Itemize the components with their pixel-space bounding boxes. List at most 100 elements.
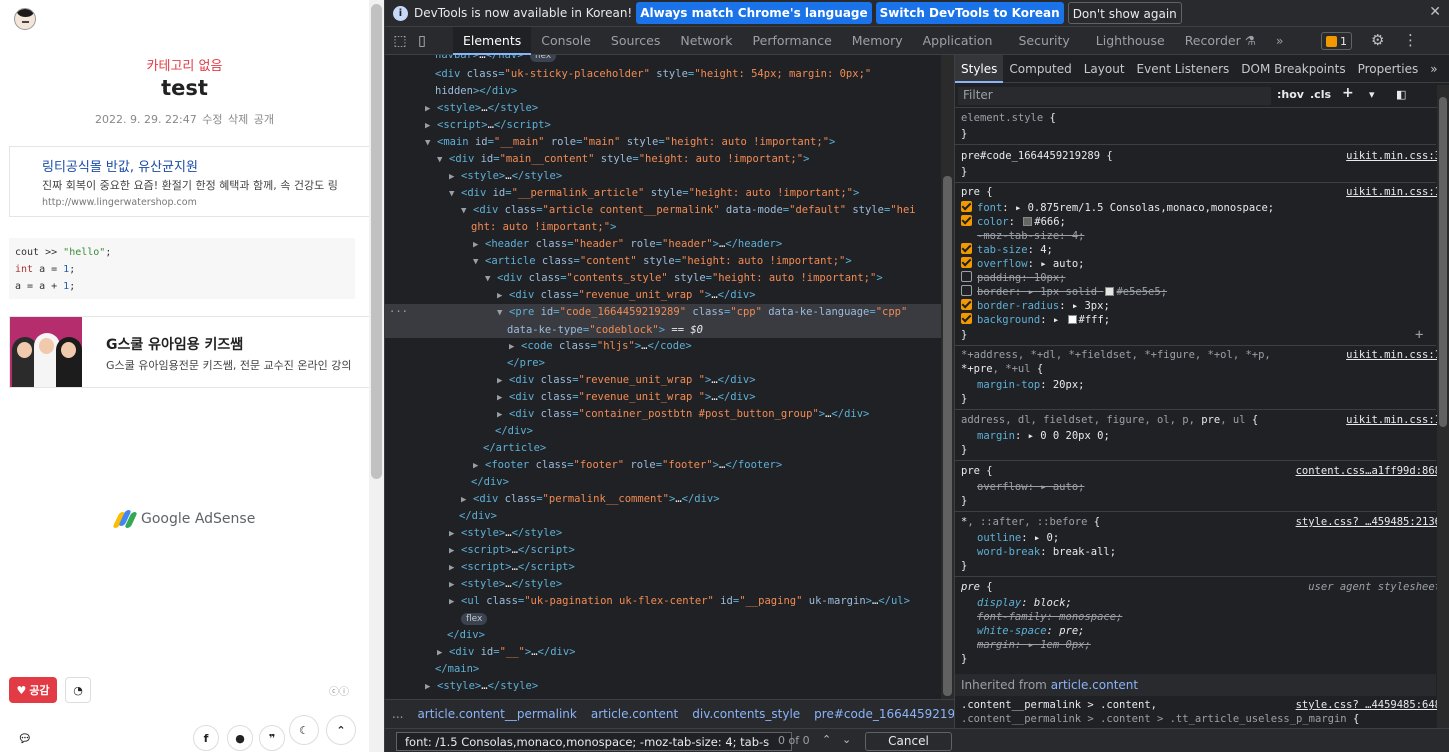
rule-selector[interactable]: pre#code_1664459219289 { [961, 149, 1113, 163]
tab-network[interactable]: Network [670, 27, 742, 55]
chevron-up-icon[interactable]: ⌃ [822, 733, 831, 746]
gear-icon[interactable]: ⚙ [1371, 31, 1384, 49]
style-property[interactable]: outline: ▸ 0; [977, 531, 1059, 545]
checkbox[interactable] [961, 257, 972, 268]
tab-lighthouse[interactable]: Lighthouse [1086, 27, 1175, 55]
checkbox[interactable] [961, 313, 972, 324]
dom-node[interactable]: ▼ <article class="content" style="height:… [385, 253, 941, 270]
style-property[interactable]: -moz-tab-size: 4; [977, 229, 1084, 243]
tab-recorder[interactable]: Recorder ⚗ [1175, 27, 1266, 55]
style-property[interactable]: font: ▸ 0.875rem/1.5 Consolas,monaco,mon… [961, 201, 1274, 215]
source-link[interactable]: uikit.min.css:1 [1346, 413, 1441, 427]
share-facebook-button[interactable]: f [193, 725, 219, 751]
tab-dom-breakpoints[interactable]: DOM Breakpoints [1235, 55, 1351, 83]
issues-button[interactable]: 1 [1321, 32, 1352, 50]
edit-link[interactable]: 수정 [202, 113, 222, 126]
dom-node[interactable]: </div> [385, 423, 941, 440]
add-property-icon[interactable]: + [1415, 328, 1423, 342]
dom-node[interactable]: </div> [385, 508, 941, 525]
dom-node[interactable]: ▶ <code class="hljs">…</code> [385, 338, 941, 355]
scroll-top-button[interactable]: ⌃ [326, 715, 356, 745]
dom-node[interactable]: ▶ <style>…</style> [385, 576, 941, 593]
rule-selector[interactable]: element.style { [961, 111, 1056, 125]
dom-node[interactable]: <div class="uk-sticky-placeholder" style… [385, 66, 941, 83]
source-link[interactable]: style.css? …4459485:648 [1296, 698, 1441, 712]
cls-toggle[interactable]: .cls [1310, 88, 1331, 101]
dom-node[interactable]: ▶ <div id="__">…</div> [385, 644, 941, 661]
dom-node[interactable]: ▶ <style>…</style> [385, 100, 941, 117]
dom-node[interactable]: ▼ <div id="main__content" style="height: … [385, 151, 941, 168]
style-property[interactable]: word-break: break-all; [977, 545, 1116, 559]
dom-node[interactable]: ▶ <div class="revenue_unit_wrap ">…</div> [385, 389, 941, 406]
comment-button[interactable]: 💬︎ [12, 725, 38, 751]
dom-node[interactable]: ▶ <script>…</script> [385, 542, 941, 559]
source-link[interactable]: uikit.min.css:1 [1346, 185, 1441, 199]
dom-node[interactable]: </div> [385, 474, 941, 491]
dom-node[interactable]: ▼ <div id="__permalink_article" style="he… [385, 185, 941, 202]
breadcrumb-item[interactable]: div.contents_style [685, 707, 807, 721]
dom-node[interactable]: flex [385, 610, 941, 627]
close-icon[interactable]: ✕ [1429, 4, 1441, 20]
tab-computed[interactable]: Computed [1003, 55, 1077, 83]
dom-node[interactable]: ▶ <style>…</style> [385, 678, 941, 695]
visibility-link[interactable]: 공개 [254, 113, 274, 126]
tab-properties[interactable]: Properties [1352, 55, 1425, 83]
dom-node[interactable]: ▶ <div class="revenue_unit_wrap ">…</div> [385, 287, 941, 304]
style-property[interactable]: border-radius: ▸ 3px; [961, 299, 1110, 313]
tab-layout[interactable]: Layout [1078, 55, 1131, 83]
dom-node[interactable]: </div> [385, 627, 941, 644]
dom-node[interactable]: </main> [385, 661, 941, 678]
category-label[interactable]: 카테고리 없음 [0, 55, 369, 74]
search-input[interactable]: font: /1.5 Consolas,monaco,monospace; -m… [396, 732, 792, 751]
tab-security[interactable]: Security [1002, 27, 1085, 55]
style-property[interactable]: margin: ▸ 0 0 20px 0; [977, 429, 1110, 443]
style-property[interactable]: color: #666; [961, 215, 1066, 229]
dom-node[interactable]: ▶ <script>…</script> [385, 559, 941, 576]
stats-button[interactable]: ◔ [65, 677, 91, 703]
style-property[interactable]: tab-size: 4; [961, 243, 1053, 257]
dom-node[interactable]: ▶ <div class="container_postbtn #post_but… [385, 406, 941, 423]
page-scrollbar[interactable] [369, 0, 384, 752]
hov-toggle[interactable]: :hov [1277, 88, 1304, 101]
rule-selector[interactable]: address, dl, fieldset, figure, ol, p, pr… [961, 413, 1258, 427]
dom-node-selected[interactable]: ··· ▼ <pre id="code_1664459219289" class="… [385, 304, 941, 338]
tab-elements[interactable]: Elements [453, 26, 532, 55]
checkbox[interactable] [961, 299, 972, 310]
dom-node[interactable]: ▶ <header class="header" role="header">…<… [385, 236, 941, 253]
dom-node[interactable]: ▶ <div class="permalink__comment">…</div> [385, 491, 941, 508]
breadcrumb-scroll-left[interactable]: ... [385, 707, 410, 721]
styles-filter-input[interactable]: Filter [958, 87, 1271, 105]
style-property[interactable]: padding: 10px; [961, 271, 1066, 285]
tab-styles[interactable]: Styles [955, 55, 1004, 83]
ad-card[interactable]: G스쿨 유아임용 키즈쌤 G스쿨 유아임용전문 키즈쌤, 전문 교수진 온라인 … [9, 316, 384, 388]
tab-sources[interactable]: Sources [601, 27, 670, 55]
paint-icon[interactable]: ▾ [1369, 88, 1375, 101]
dom-node[interactable]: navbar>…</nav> flex [385, 55, 941, 64]
dom-node[interactable]: ▶ <style>…</style> [385, 168, 941, 185]
tab-performance[interactable]: Performance [743, 27, 842, 55]
breadcrumb-item[interactable]: article.content__permalink [410, 707, 583, 721]
plus-icon[interactable]: + [1342, 85, 1354, 101]
tab-event-listeners[interactable]: Event Listeners [1131, 55, 1236, 83]
style-property[interactable]: overflow: ▸ auto; [961, 257, 1084, 271]
share-talk-button[interactable]: ● [227, 725, 253, 751]
elements-scrollbar[interactable] [941, 55, 954, 699]
checkbox[interactable] [961, 243, 972, 254]
rule-selector[interactable]: .content__permalink > .content, [961, 698, 1157, 712]
dom-node[interactable]: ▶ <ul class="uk-pagination uk-flex-center… [385, 593, 941, 610]
source-link[interactable]: uikit.min.css:1 [1346, 348, 1441, 362]
styles-scrollbar[interactable] [1437, 85, 1449, 728]
flex-badge[interactable]: flex [461, 613, 488, 625]
dom-node[interactable]: ght: auto !important;"> [385, 219, 941, 236]
source-link[interactable]: content.css…a1ff99d:868 [1296, 464, 1441, 478]
switch-language-button[interactable]: Switch DevTools to Korean [875, 2, 1064, 24]
link-card-title[interactable]: 링티공식몰 반값, 유산균지원 [42, 156, 198, 175]
flex-badge[interactable]: flex [529, 55, 557, 62]
style-property[interactable]: overflow: ▸ auto; [977, 480, 1084, 494]
checkbox[interactable] [961, 201, 972, 212]
more-tabs-icon[interactable]: » [1424, 55, 1443, 83]
delete-link[interactable]: 삭제 [228, 113, 248, 126]
source-link[interactable]: uikit.min.css:3 [1346, 149, 1441, 163]
dom-node[interactable]: </pre> [385, 355, 941, 372]
more-tabs-icon[interactable]: » [1266, 27, 1294, 55]
